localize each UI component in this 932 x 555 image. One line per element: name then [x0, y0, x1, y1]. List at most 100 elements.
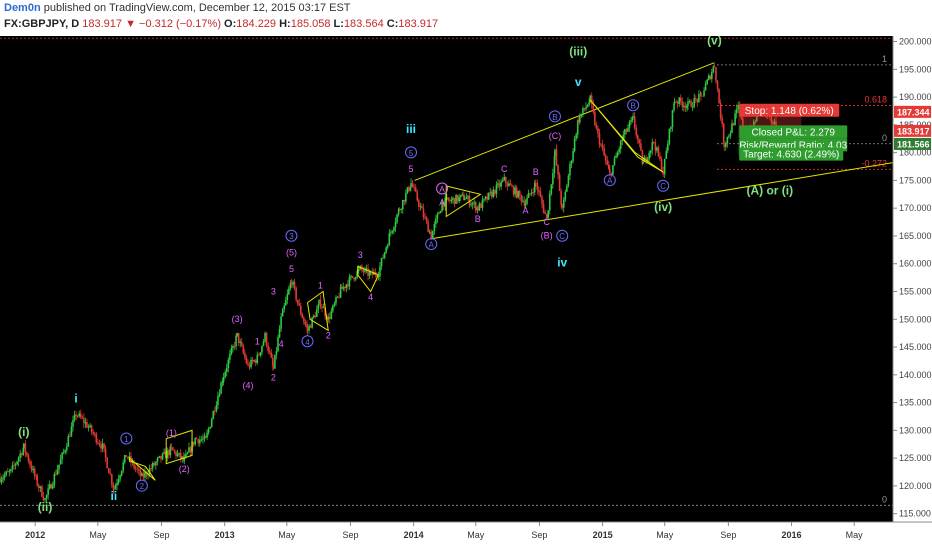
wave-label: B: [533, 167, 539, 177]
candle-body: [8, 471, 11, 472]
candle-body: [119, 475, 121, 480]
candle-body: [20, 453, 23, 455]
candle-body: [517, 190, 519, 198]
candle-body: [654, 142, 657, 151]
candle-body: [179, 452, 182, 459]
candle-body: [100, 444, 102, 449]
candle-body: [47, 488, 49, 496]
candle-body: [59, 459, 62, 465]
candle-body: [536, 182, 539, 190]
candle-body: [603, 148, 605, 156]
candle-body: [265, 332, 268, 346]
price-tick-label: 170.000: [899, 203, 932, 213]
wave-label: 2: [271, 372, 276, 382]
candle-body: [214, 411, 216, 412]
candle-body: [452, 197, 454, 200]
candle-body: [709, 75, 712, 80]
candle-body: [539, 191, 542, 197]
candle-body: [515, 187, 518, 198]
candle-body: [663, 158, 666, 175]
candle-body: [61, 452, 63, 460]
candle-body: [509, 183, 512, 186]
candle-body: [419, 206, 422, 208]
candle-body: [601, 144, 604, 149]
candle-body: [288, 288, 290, 295]
candle-body: [245, 357, 248, 364]
time-tick-label: Sep: [154, 530, 170, 540]
candle-body: [550, 184, 553, 194]
candle-body: [224, 371, 226, 378]
wave-label: 5: [409, 164, 414, 174]
candle-body: [199, 439, 201, 444]
candle-body: [408, 187, 410, 191]
candle-body: [48, 484, 51, 489]
candle-body: [494, 189, 496, 194]
price-chart[interactable]: 115.000 120.000 125.000 130.000 135.000 140.0…: [0, 33, 932, 550]
candle-body: [701, 95, 704, 97]
candle-body: [158, 455, 161, 458]
wave-label: i: [74, 392, 77, 406]
candle-body: [430, 231, 433, 240]
candle-body: [583, 108, 586, 110]
candle-body: [17, 457, 20, 462]
candle-body: [530, 192, 533, 194]
candle-body: [343, 286, 346, 289]
wave-label: 3: [289, 232, 294, 241]
candle-body: [478, 203, 481, 211]
chart-area[interactable]: 115.000 120.000 125.000 130.000 135.000 140.0…: [0, 33, 932, 550]
candle-body: [723, 143, 726, 147]
candle-body: [125, 455, 128, 457]
candle-body: [625, 129, 628, 132]
price-change: −0.312 (−0.17%): [139, 18, 221, 30]
time-tick-label: 2012: [25, 530, 45, 540]
candle-body: [501, 180, 504, 182]
candle-body: [264, 332, 266, 342]
candle-body: [619, 140, 622, 150]
wave-label: 4: [279, 339, 284, 349]
candle-body: [10, 469, 12, 472]
trade-box-label: Closed P&L: 2.279: [752, 127, 836, 138]
candle-body: [506, 183, 509, 187]
candle-body: [427, 221, 429, 233]
candle-body: [484, 196, 487, 199]
candle-body: [26, 452, 28, 456]
wave-label: 4: [305, 338, 310, 347]
candle-body: [552, 173, 554, 185]
candle-body: [274, 354, 276, 369]
candle-body: [89, 425, 91, 428]
candle-body: [713, 66, 716, 68]
candle-body: [239, 341, 242, 344]
candle-body: [210, 419, 213, 427]
candle-body: [657, 147, 660, 157]
candle-body: [504, 177, 507, 184]
candle-body: [52, 484, 54, 489]
candle-body: [684, 105, 687, 108]
candle-body: [225, 368, 228, 372]
wave-label: ii: [111, 489, 118, 503]
candle-body: [39, 486, 42, 488]
candle-body: [221, 381, 224, 383]
wave-label: (i): [18, 425, 29, 439]
candle-body: [401, 199, 404, 210]
symbol-name[interactable]: FX:GBPJPY, D: [4, 18, 79, 30]
candle-body: [604, 155, 607, 161]
candle-body: [293, 281, 296, 288]
candle-body: [172, 447, 174, 451]
candle-body: [332, 305, 334, 312]
time-tick-label: May: [278, 530, 296, 540]
candle-body: [309, 325, 312, 328]
candle-body: [598, 132, 601, 145]
candle-body: [522, 200, 524, 202]
fib-level-label: 0.618: [864, 94, 887, 104]
candle-body: [526, 197, 528, 204]
candle-body: [698, 94, 700, 103]
author-link[interactable]: Dem0n: [4, 2, 41, 14]
candle-body: [694, 98, 697, 100]
candle-body: [474, 202, 477, 211]
candle-body: [497, 183, 499, 185]
candle-body: [508, 183, 510, 187]
candle-body: [122, 462, 125, 471]
candle-body: [308, 325, 310, 331]
candle-body: [109, 473, 112, 475]
candle-body: [532, 192, 535, 194]
